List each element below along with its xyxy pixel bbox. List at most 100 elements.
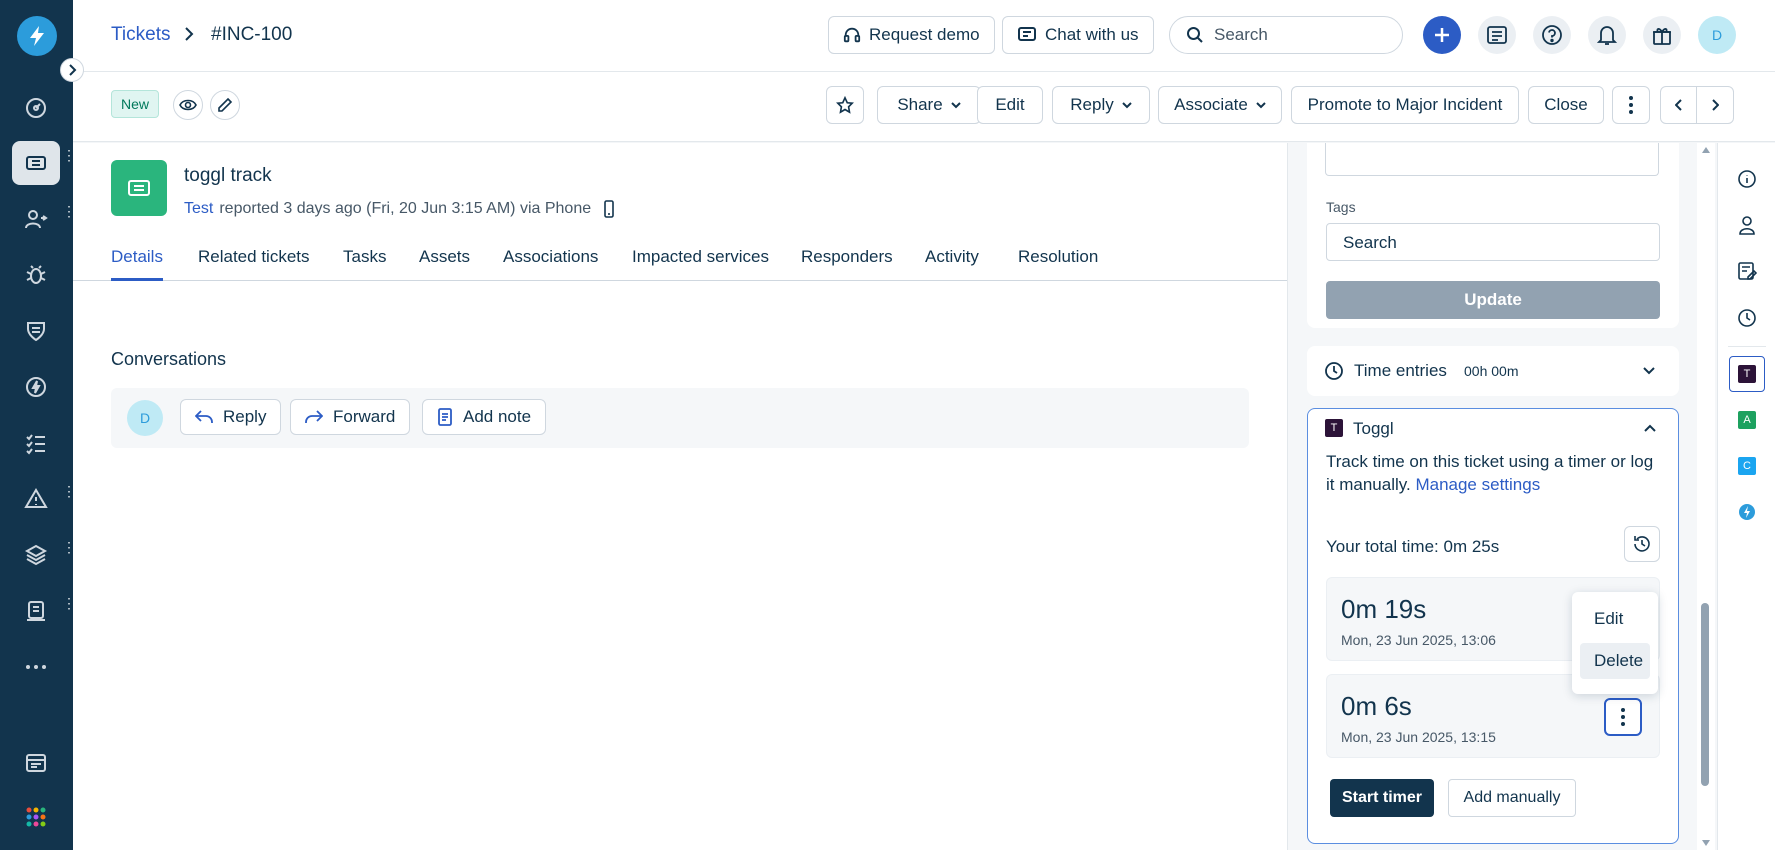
watch-eye-icon[interactable] [173, 90, 203, 120]
conversation-forward-button[interactable]: Forward [290, 399, 411, 435]
breadcrumb-tickets-link[interactable]: Tickets [111, 24, 170, 46]
status-badge: New [111, 90, 160, 118]
agent-avatar: D [127, 400, 163, 436]
add-note-button[interactable]: Add note [422, 399, 547, 435]
share-button[interactable]: Share [877, 86, 981, 124]
promote-major-incident-button[interactable]: Promote to Major Incident [1291, 86, 1519, 124]
tasks-list-icon[interactable] [12, 421, 60, 465]
tickets-more-icon[interactable]: ⋮ [62, 148, 76, 162]
right-icon-strip: T A C [1717, 143, 1775, 850]
freshservice-logo-icon[interactable] [17, 16, 57, 56]
edit-button[interactable]: Edit [977, 86, 1043, 124]
star-favorite-button[interactable] [826, 86, 864, 124]
search-placeholder: Search [1214, 25, 1268, 44]
clock-icon [1325, 362, 1343, 380]
close-ticket-button[interactable]: Close [1528, 86, 1604, 124]
app-switcher-grid-icon[interactable] [12, 795, 60, 839]
phone-icon [604, 200, 614, 218]
chevron-up-icon[interactable] [1644, 424, 1656, 432]
request-demo-button[interactable]: Request demo [828, 16, 995, 54]
app-a-strip-icon[interactable]: A [1735, 408, 1759, 432]
scroll-up-arrow-icon[interactable] [1702, 147, 1710, 153]
tab-details[interactable]: Details [111, 247, 163, 281]
ticket-reported-text: reported 3 days ago (Fri, 20 Jun 3:15 AM… [219, 200, 592, 217]
tickets-nav-icon[interactable] [12, 141, 60, 185]
chevron-down-icon [950, 102, 961, 109]
alerts-warning-icon[interactable] [12, 477, 60, 521]
solutions-book-icon[interactable] [12, 589, 60, 633]
tab-impacted-services[interactable]: Impacted services [632, 247, 769, 281]
more-actions-button[interactable] [1612, 86, 1650, 124]
timer-history-button[interactable] [1624, 526, 1660, 562]
chat-with-us-button[interactable]: Chat with us [1002, 16, 1154, 54]
new-item-plus-icon[interactable] [1423, 16, 1461, 54]
assets-more-icon[interactable]: ⋮ [62, 540, 76, 554]
service-catalog-icon[interactable] [1478, 16, 1516, 54]
ticket-tabs: Details Related tickets Tasks Assets Ass… [73, 239, 1287, 281]
menu-item-delete[interactable]: Delete [1580, 643, 1650, 679]
ticket-action-bar: New Share Edit Reply Associate Promote t… [73, 72, 1775, 142]
time-entries-label: Time entries [1354, 361, 1447, 380]
tab-tasks[interactable]: Tasks [343, 247, 386, 281]
tab-related-tickets[interactable]: Related tickets [198, 247, 310, 281]
more-modules-icon[interactable] [12, 645, 60, 689]
add-manually-button[interactable]: Add manually [1448, 779, 1576, 817]
reply-dropdown-button[interactable]: Reply [1052, 86, 1150, 124]
contacts-more-icon[interactable]: ⋮ [62, 204, 76, 218]
manage-settings-link[interactable]: Manage settings [1415, 475, 1540, 494]
news-icon[interactable] [12, 741, 60, 785]
tab-activity[interactable]: Activity [925, 247, 979, 281]
next-ticket-icon[interactable] [1697, 87, 1733, 123]
apps-gift-icon[interactable] [1643, 16, 1681, 54]
edit-pencil-icon[interactable] [210, 90, 240, 120]
tab-resolution[interactable]: Resolution [1018, 247, 1098, 281]
changes-shield-icon[interactable] [12, 309, 60, 353]
conversations-heading: Conversations [111, 349, 227, 369]
notifications-bell-icon[interactable] [1588, 16, 1626, 54]
problems-bug-icon[interactable] [12, 253, 60, 297]
time-entries-card[interactable]: Time entries 00h 00m [1307, 346, 1679, 396]
dashboard-icon[interactable] [12, 86, 60, 130]
ticket-meta: Test reported 3 days ago (Fri, 20 Jun 3:… [184, 200, 615, 218]
toggl-title: Toggl [1353, 419, 1394, 438]
conversation-reply-label: Reply [223, 407, 267, 426]
panel-scrollbar-thumb[interactable] [1701, 603, 1709, 786]
tab-assets[interactable]: Assets [419, 247, 470, 281]
conversation-reply-button[interactable]: Reply [180, 399, 282, 435]
assets-layers-icon[interactable] [12, 533, 60, 577]
promote-label: Promote to Major Incident [1307, 95, 1503, 114]
reply-arrow-icon [195, 410, 213, 423]
associate-button[interactable]: Associate [1158, 86, 1282, 124]
requester-info-icon[interactable] [1735, 213, 1759, 237]
close-label: Close [1544, 95, 1588, 114]
app-c-strip-icon[interactable]: C [1735, 454, 1759, 478]
notes-edit-icon[interactable] [1735, 259, 1759, 283]
conversation-forward-label: Forward [333, 407, 396, 426]
releases-bolt-icon[interactable] [12, 365, 60, 409]
previous-field-input[interactable] [1325, 143, 1659, 176]
tags-search-input[interactable]: Search [1326, 223, 1660, 261]
tab-associations[interactable]: Associations [503, 247, 598, 281]
global-search-input[interactable]: Search [1169, 16, 1403, 54]
solutions-more-icon[interactable]: ⋮ [62, 596, 76, 610]
top-header: Tickets #INC-100 Request demo Chat with … [73, 0, 1775, 72]
requester-link[interactable]: Test [184, 200, 213, 218]
menu-item-edit[interactable]: Edit [1580, 601, 1650, 637]
tab-responders[interactable]: Responders [801, 247, 893, 281]
start-timer-button[interactable]: Start timer [1330, 779, 1434, 817]
timer-clock-icon[interactable] [1735, 306, 1759, 330]
ticket-type-icon [111, 160, 167, 216]
scroll-down-arrow-icon[interactable] [1702, 840, 1710, 846]
time-entry-options-button[interactable] [1604, 698, 1642, 736]
alerts-more-icon[interactable]: ⋮ [62, 484, 76, 498]
update-button[interactable]: Update [1326, 281, 1660, 319]
previous-ticket-icon[interactable] [1661, 87, 1697, 123]
help-question-icon[interactable] [1533, 16, 1571, 54]
time-entry-duration: 0m 19s [1341, 594, 1427, 624]
expand-sidebar-chevron-icon[interactable] [60, 58, 84, 82]
freshworks-bolt-strip-icon[interactable] [1735, 500, 1759, 524]
user-avatar[interactable]: D [1698, 16, 1736, 54]
info-icon[interactable] [1735, 167, 1759, 191]
toggl-app-strip-icon[interactable]: T [1729, 356, 1765, 392]
contacts-icon[interactable] [12, 197, 60, 241]
